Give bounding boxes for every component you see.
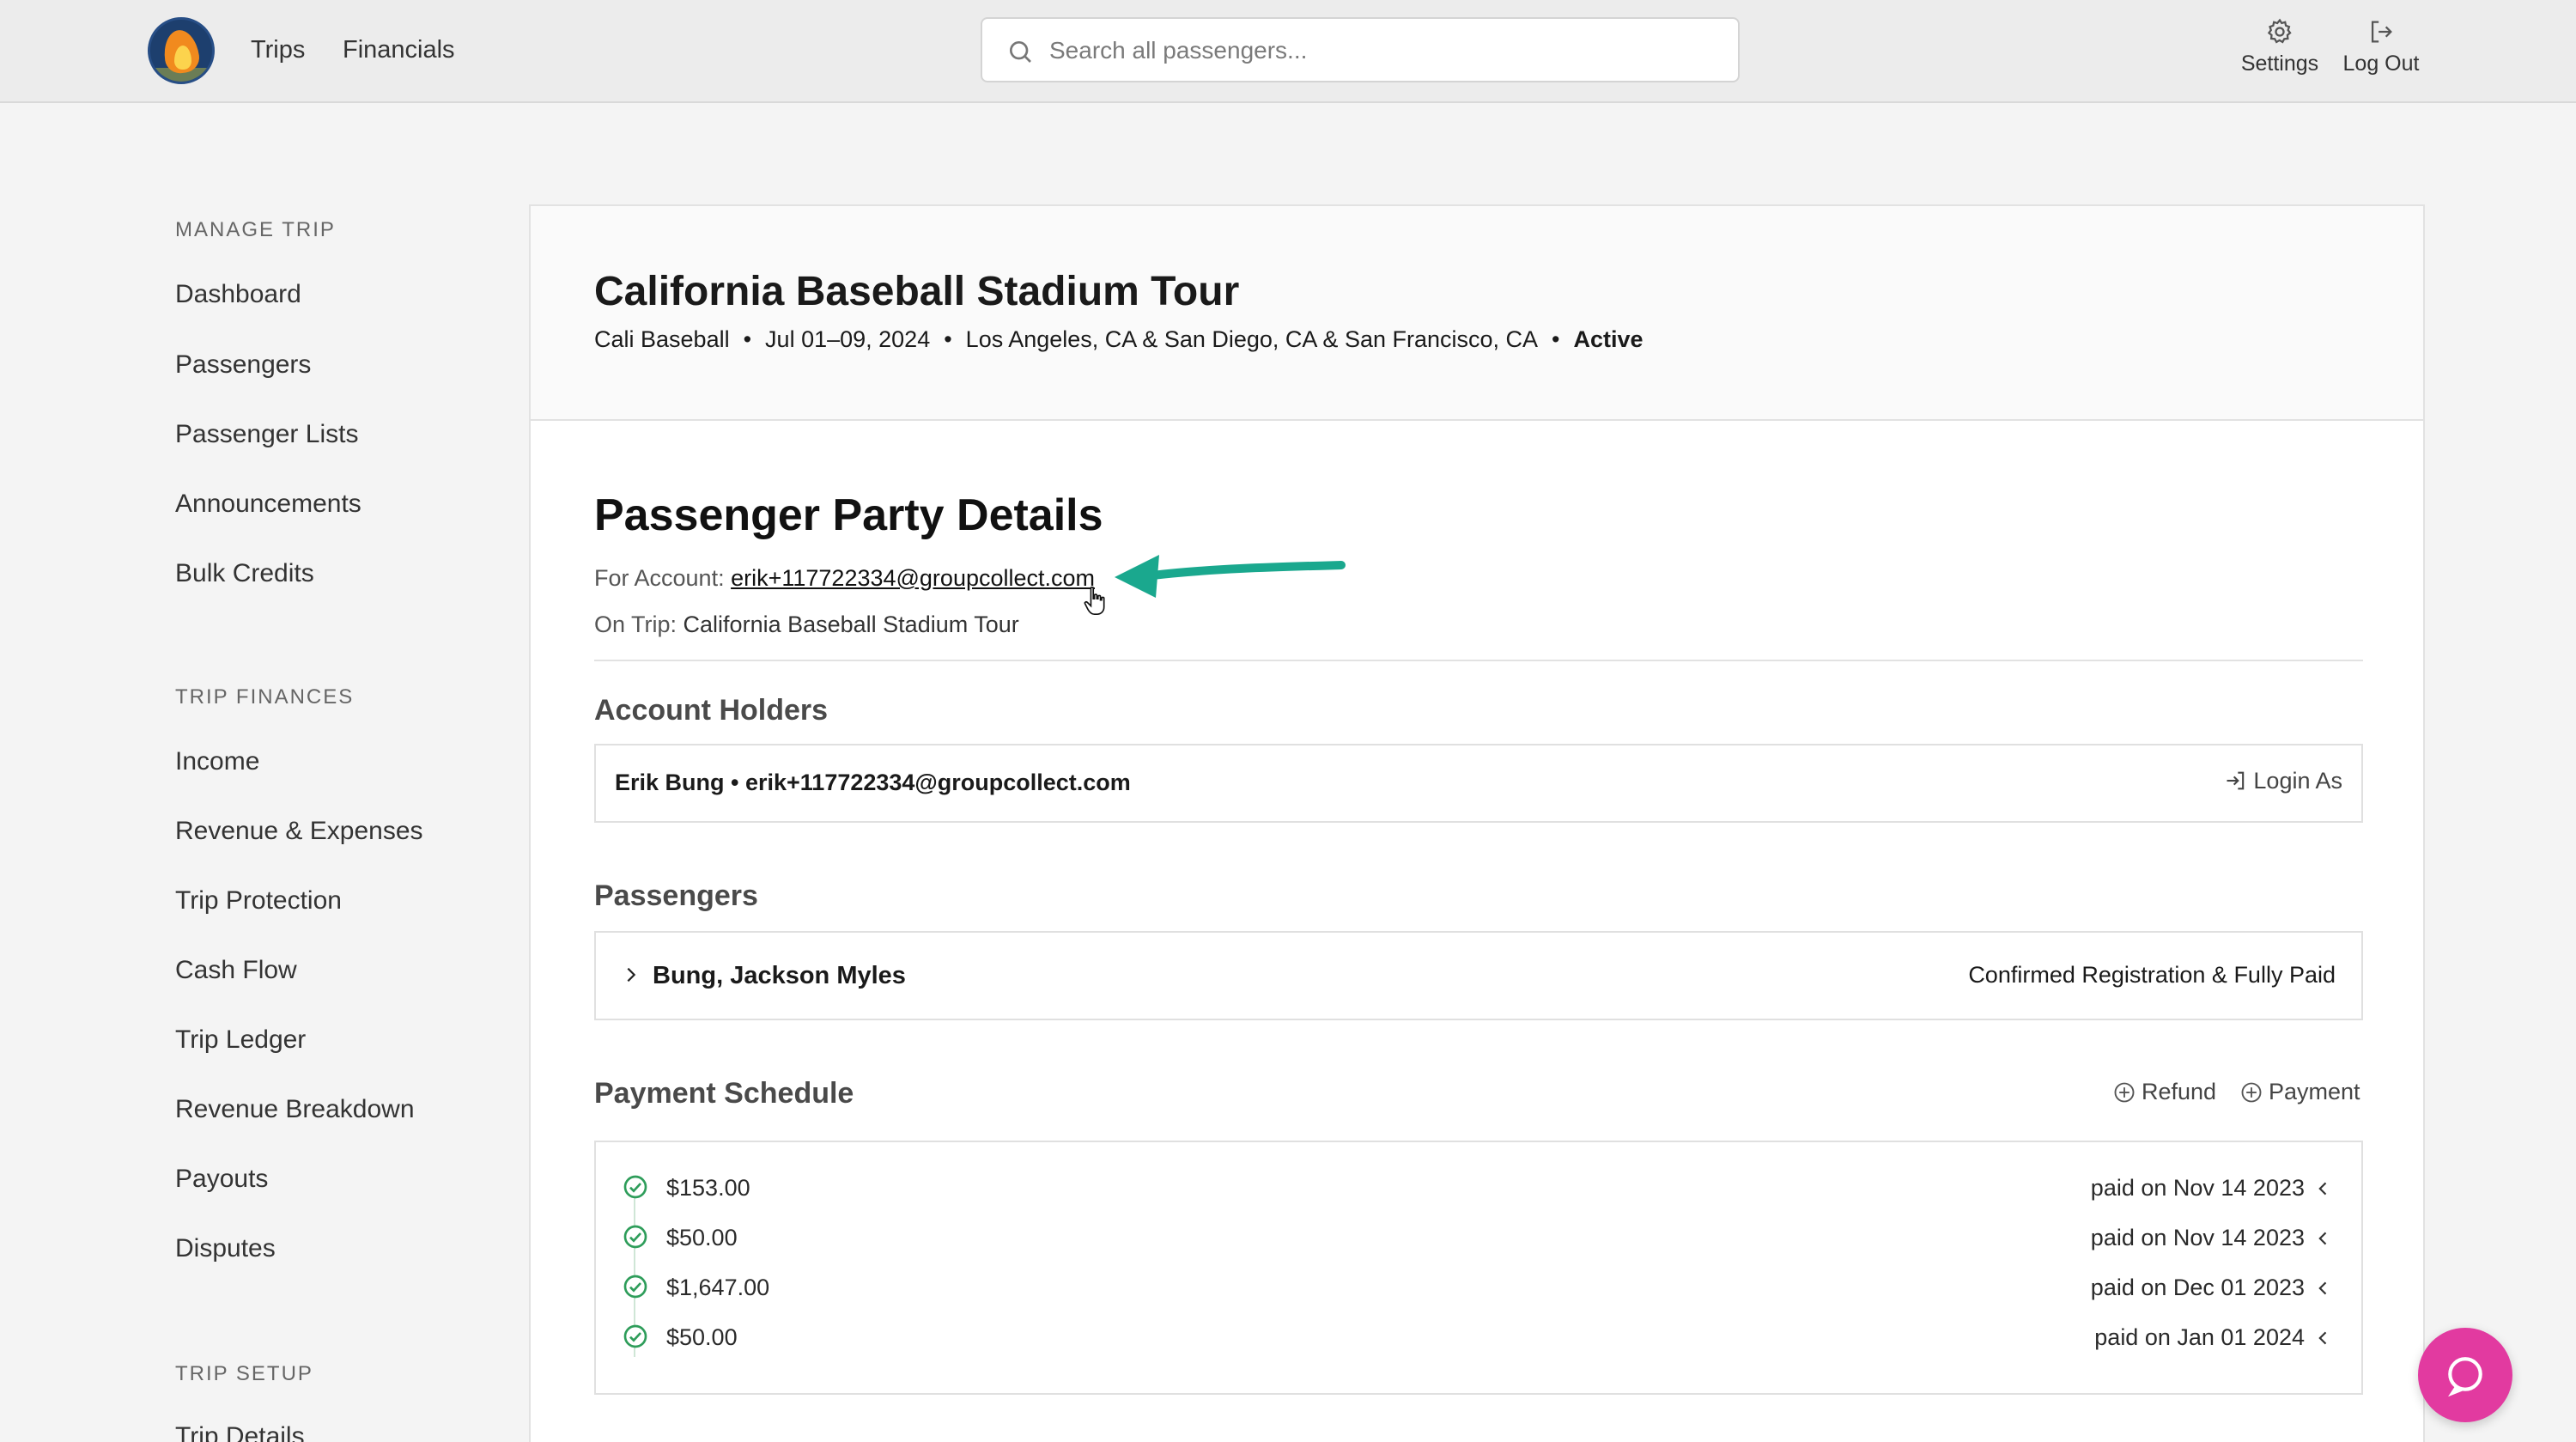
sidebar-item-trip-details[interactable]: Trip Details (175, 1422, 305, 1442)
chevron-left-icon[interactable] (2315, 1180, 2332, 1197)
sidebar-item-bulk-credits[interactable]: Bulk Credits (175, 559, 314, 588)
sidebar-item-announcements[interactable]: Announcements (175, 490, 361, 519)
login-as-button[interactable]: Login As (2224, 768, 2342, 794)
separator-dot: • (743, 326, 752, 352)
check-circle-icon (623, 1275, 647, 1299)
gear-icon (2267, 18, 2292, 44)
trip-status: Active (1573, 326, 1643, 352)
check-circle-icon (623, 1175, 647, 1199)
app-logo[interactable] (148, 17, 215, 84)
account-line: For Account: erik+117722334@groupcollect… (594, 565, 1095, 592)
search-icon (1010, 41, 1031, 63)
payment-status: paid on Nov 14 2023 (2090, 1225, 2305, 1250)
trip-line: On Trip: California Baseball Stadium Tou… (594, 611, 1019, 638)
sidebar-item-revenue-expenses[interactable]: Revenue & Expenses (175, 817, 423, 846)
plus-circle-icon (2114, 1082, 2135, 1103)
chevron-right-icon[interactable] (622, 965, 641, 984)
payment-row[interactable]: $50.00 paid on Jan 01 2024 (596, 1317, 2361, 1360)
sidebar-heading-trip-finances: TRIP FINANCES (175, 685, 355, 709)
sidebar-item-dashboard[interactable]: Dashboard (175, 280, 301, 309)
logout-label: Log Out (2342, 52, 2420, 76)
trip-dates: Jul 01–09, 2024 (765, 326, 931, 352)
sidebar-item-income[interactable]: Income (175, 747, 259, 776)
check-circle-icon (623, 1324, 647, 1348)
separator-dot: • (1552, 326, 1560, 352)
top-navigation-bar: Trips Financials Settings Log Out (0, 0, 2576, 103)
annotation-arrow (1115, 555, 1346, 598)
passenger-name[interactable]: Bung, Jackson Myles (653, 962, 906, 990)
logout-icon (2371, 21, 2392, 43)
payment-row[interactable]: $1,647.00 paid on Dec 01 2023 (596, 1268, 2361, 1311)
payment-amount: $1,647.00 (666, 1275, 770, 1300)
chevron-left-icon[interactable] (2315, 1280, 2332, 1297)
sidebar-item-disputes[interactable]: Disputes (175, 1234, 276, 1263)
chevron-left-icon[interactable] (2315, 1329, 2332, 1347)
sidebar-heading-manage-trip: MANAGE TRIP (175, 218, 336, 241)
payment-amount: $50.00 (666, 1324, 738, 1350)
payment-amount: $153.00 (666, 1175, 750, 1201)
passengers-box[interactable]: Bung, Jackson Myles Confirmed Registrati… (594, 931, 2363, 1020)
payment-status: paid on Jan 01 2024 (2094, 1324, 2305, 1350)
logout-button[interactable]: Log Out (2334, 17, 2428, 86)
passenger-status: Confirmed Registration & Fully Paid (1968, 962, 2336, 988)
payment-row[interactable]: $50.00 paid on Nov 14 2023 (596, 1218, 2361, 1261)
login-icon (2227, 771, 2245, 790)
passenger-search[interactable] (981, 17, 1740, 82)
account-holders-heading: Account Holders (594, 694, 829, 727)
account-holder: Erik Bung • erik+117722334@groupcollect.… (615, 770, 1131, 795)
trip-header: California Baseball Stadium Tour Cali Ba… (531, 206, 2423, 421)
payment-status: paid on Nov 14 2023 (2090, 1175, 2305, 1201)
separator-dot: • (944, 326, 952, 352)
trip-label: On Trip: (594, 611, 677, 637)
page-title: Passenger Party Details (594, 490, 1103, 540)
passengers-heading: Passengers (594, 879, 758, 912)
payment-row[interactable]: $153.00 paid on Nov 14 2023 (596, 1168, 2361, 1211)
plus-circle-icon (2241, 1082, 2262, 1103)
trip-locations: Los Angeles, CA & San Diego, CA & San Fr… (965, 326, 1539, 352)
sidebar-item-trip-protection[interactable]: Trip Protection (175, 886, 342, 916)
trip-name: California Baseball Stadium Tour (683, 611, 1019, 637)
sidebar-item-passengers[interactable]: Passengers (175, 350, 311, 380)
sidebar-item-cash-flow[interactable]: Cash Flow (175, 956, 297, 985)
account-holders-box: Erik Bung • erik+117722334@groupcollect.… (594, 744, 2363, 823)
chat-icon (2448, 1357, 2482, 1396)
account-email-link[interactable]: erik+117722334@groupcollect.com (731, 565, 1095, 591)
payment-status: paid on Dec 01 2023 (2090, 1275, 2305, 1300)
payment-schedule-box: $153.00 paid on Nov 14 2023 $50.00 paid … (594, 1141, 2363, 1395)
search-input[interactable] (1049, 31, 1719, 70)
trip-meta: Cali Baseball • Jul 01–09, 2024 • Los Angele… (594, 326, 1643, 353)
main-content-card: California Baseball Stadium Tour Cali Ba… (529, 204, 2425, 1442)
settings-button[interactable]: Settings (2233, 17, 2327, 86)
payment-amount: $50.00 (666, 1225, 738, 1250)
sidebar-heading-trip-setup: TRIP SETUP (175, 1362, 313, 1385)
settings-label: Settings (2240, 52, 2319, 76)
divider (594, 660, 2363, 661)
chevron-left-icon[interactable] (2315, 1230, 2332, 1247)
add-payment-button[interactable]: Payment (2239, 1079, 2360, 1105)
account-label: For Account: (594, 565, 725, 591)
sidebar-item-trip-ledger[interactable]: Trip Ledger (175, 1025, 306, 1055)
login-as-label: Login As (2253, 768, 2342, 794)
sidebar-item-passenger-lists[interactable]: Passenger Lists (175, 420, 358, 449)
nav-financials[interactable]: Financials (343, 36, 455, 64)
nav-trips[interactable]: Trips (251, 36, 305, 64)
refund-button[interactable]: Refund (2112, 1079, 2216, 1105)
sidebar-item-revenue-breakdown[interactable]: Revenue Breakdown (175, 1095, 415, 1124)
payment-schedule-heading: Payment Schedule (594, 1077, 854, 1110)
sidebar-item-payouts[interactable]: Payouts (175, 1165, 268, 1194)
trip-group: Cali Baseball (594, 326, 730, 352)
payment-label: Payment (2269, 1079, 2360, 1104)
help-chat-button[interactable] (2418, 1328, 2512, 1422)
trip-title: California Baseball Stadium Tour (594, 269, 1240, 314)
hand-cursor-icon (1084, 586, 1105, 616)
refund-label: Refund (2142, 1079, 2217, 1104)
check-circle-icon (623, 1225, 647, 1249)
